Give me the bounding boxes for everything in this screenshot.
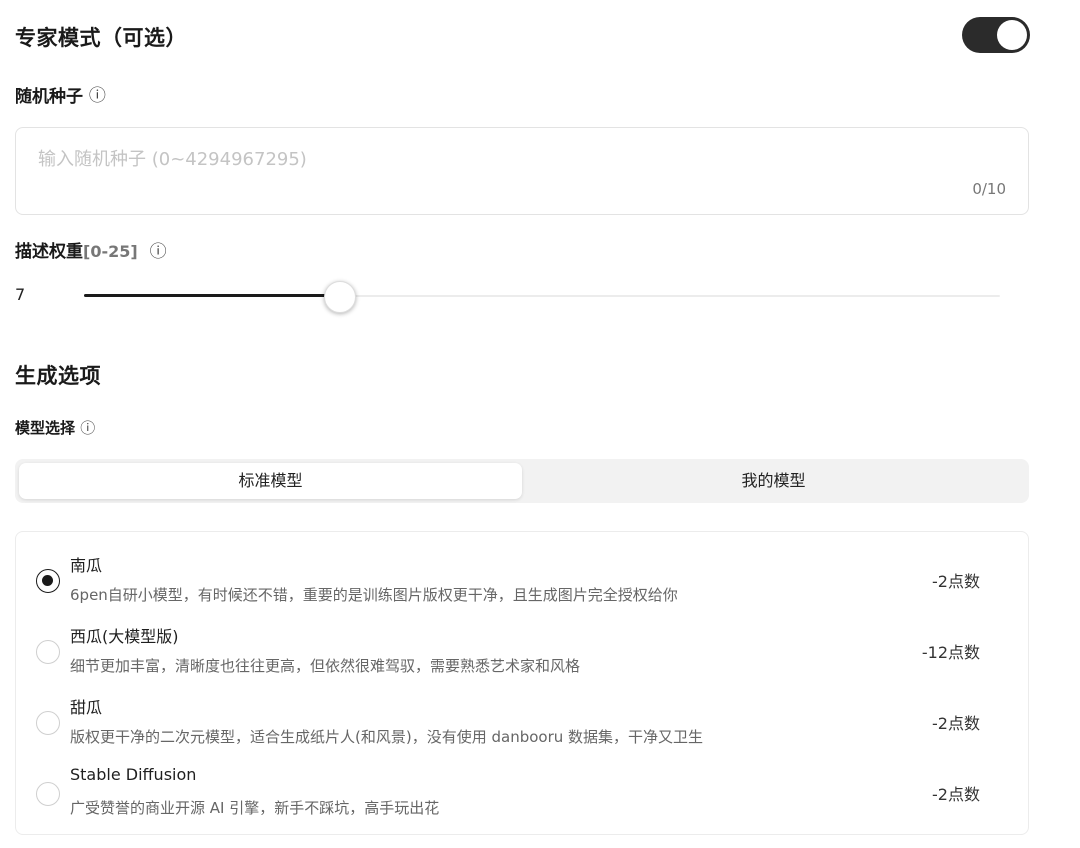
weight-slider-handle[interactable]: [324, 281, 357, 313]
weight-label-row: 描述权重[0-25] ⓘ: [15, 237, 167, 262]
radio-button[interactable]: [36, 711, 60, 735]
generate-options-title: 生成选项: [15, 364, 101, 388]
weight-range-label: [0-25]: [83, 242, 138, 261]
model-list: 南瓜 6pen自研小模型，有时候还不错，重要的是训练图片版权更干净，且生成图片完…: [15, 531, 1029, 835]
expert-mode-title: 专家模式（可选）: [15, 26, 187, 50]
model-select-label: 模型选择: [15, 419, 76, 437]
weight-value: 7: [15, 285, 26, 304]
model-cost: -12点数: [921, 643, 980, 662]
info-icon[interactable]: ⓘ: [89, 88, 106, 105]
seed-input[interactable]: [38, 146, 938, 172]
model-name: 甜瓜: [70, 698, 103, 717]
model-cost: -2点数: [932, 785, 980, 804]
model-description: 细节更加丰富，清晰度也往往更高，但依然很难驾驭，需要熟悉艺术家和风格: [70, 657, 581, 675]
seed-label-row: 随机种子 ⓘ: [15, 82, 106, 107]
radio-button[interactable]: [36, 640, 60, 664]
model-name: 西瓜(大模型版): [70, 627, 179, 646]
model-name: Stable Diffusion: [70, 765, 197, 784]
seed-char-counter: 0/10: [972, 180, 1006, 198]
info-icon[interactable]: ⓘ: [150, 242, 167, 262]
model-option-watermelon[interactable]: 西瓜(大模型版) 细节更加丰富，清晰度也往往更高，但依然很难驾驭，需要熟悉艺术家…: [16, 617, 1028, 683]
model-name: 南瓜: [70, 556, 103, 575]
seed-label: 随机种子: [15, 87, 83, 107]
radio-button[interactable]: [36, 782, 60, 806]
model-description: 6pen自研小模型，有时候还不错，重要的是训练图片版权更干净，且生成图片完全授权…: [70, 586, 678, 604]
tab-my-models[interactable]: 我的模型: [522, 463, 1025, 499]
model-option-melon[interactable]: 甜瓜 版权更干净的二次元模型，适合生成纸片人(和风景)，没有使用 danboor…: [16, 688, 1028, 754]
model-description: 版权更干净的二次元模型，适合生成纸片人(和风景)，没有使用 danbooru 数…: [70, 728, 704, 746]
weight-slider-fill: [84, 294, 341, 297]
seed-field[interactable]: 0/10: [15, 127, 1029, 215]
radio-button[interactable]: [36, 569, 60, 593]
model-cost: -2点数: [932, 714, 980, 733]
model-type-tabs: 标准模型 我的模型: [15, 459, 1029, 503]
model-description: 广受赞誉的商业开源 AI 引擎，新手不踩坑，高手玩出花: [70, 799, 440, 817]
model-option-stable-diffusion[interactable]: Stable Diffusion 广受赞誉的商业开源 AI 引擎，新手不踩坑，高…: [16, 759, 1028, 825]
model-select-label-row: 模型选择 ⓘ: [15, 417, 95, 438]
info-icon[interactable]: ⓘ: [80, 419, 95, 437]
weight-label: 描述权重: [15, 242, 83, 262]
model-option-pumpkin[interactable]: 南瓜 6pen自研小模型，有时候还不错，重要的是训练图片版权更干净，且生成图片完…: [16, 546, 1028, 612]
expert-mode-toggle[interactable]: [962, 17, 1030, 53]
tab-standard-models[interactable]: 标准模型: [19, 463, 522, 499]
toggle-knob: [997, 20, 1027, 50]
model-cost: -2点数: [932, 572, 980, 591]
